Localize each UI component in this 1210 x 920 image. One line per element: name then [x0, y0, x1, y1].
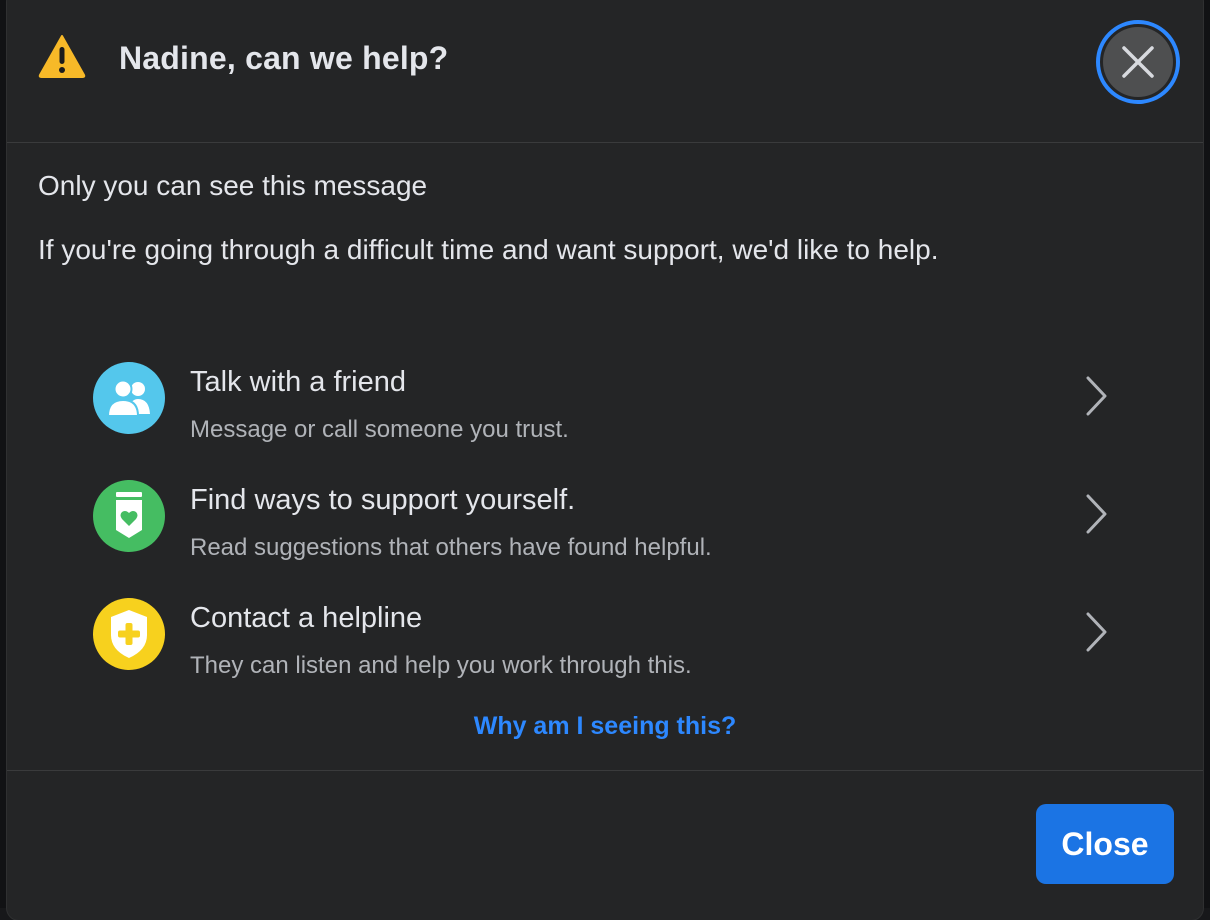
people-icon [93, 362, 165, 434]
chevron-right-icon [1083, 374, 1109, 423]
shield-plus-icon [93, 598, 165, 670]
option-subtitle: Message or call someone you trust. [190, 416, 569, 443]
option-title: Find ways to support yourself. [190, 484, 576, 516]
support-message: If you're going through a difficult time… [38, 234, 939, 265]
option-contact-helpline[interactable]: Contact a helpline They can listen and h… [87, 598, 1127, 698]
option-title: Contact a helpline [190, 602, 423, 634]
dialog-title: Nadine, can we help? [119, 40, 449, 76]
footer-divider [7, 770, 1203, 771]
option-support-yourself[interactable]: Find ways to support yourself. Read sugg… [87, 480, 1127, 580]
dialog-header: Nadine, can we help? [7, 0, 1203, 143]
help-dialog: Nadine, can we help? Only you can see th… [7, 0, 1203, 920]
heart-badge-icon [93, 480, 165, 552]
option-title: Talk with a friend [190, 366, 406, 398]
chevron-right-icon [1083, 610, 1109, 659]
private-notice: Only you can see this message [38, 170, 428, 201]
why-am-i-seeing-this-link[interactable]: Why am I seeing this? [7, 712, 1203, 741]
close-button[interactable]: Close [1036, 804, 1174, 884]
warning-triangle-icon [38, 34, 86, 78]
close-dialog-button[interactable] [1096, 20, 1180, 104]
option-talk-with-friend[interactable]: Talk with a friend Message or call someo… [87, 362, 1127, 462]
option-subtitle: Read suggestions that others have found … [190, 534, 712, 561]
option-subtitle: They can listen and help you work throug… [190, 652, 692, 679]
chevron-right-icon [1083, 492, 1109, 541]
